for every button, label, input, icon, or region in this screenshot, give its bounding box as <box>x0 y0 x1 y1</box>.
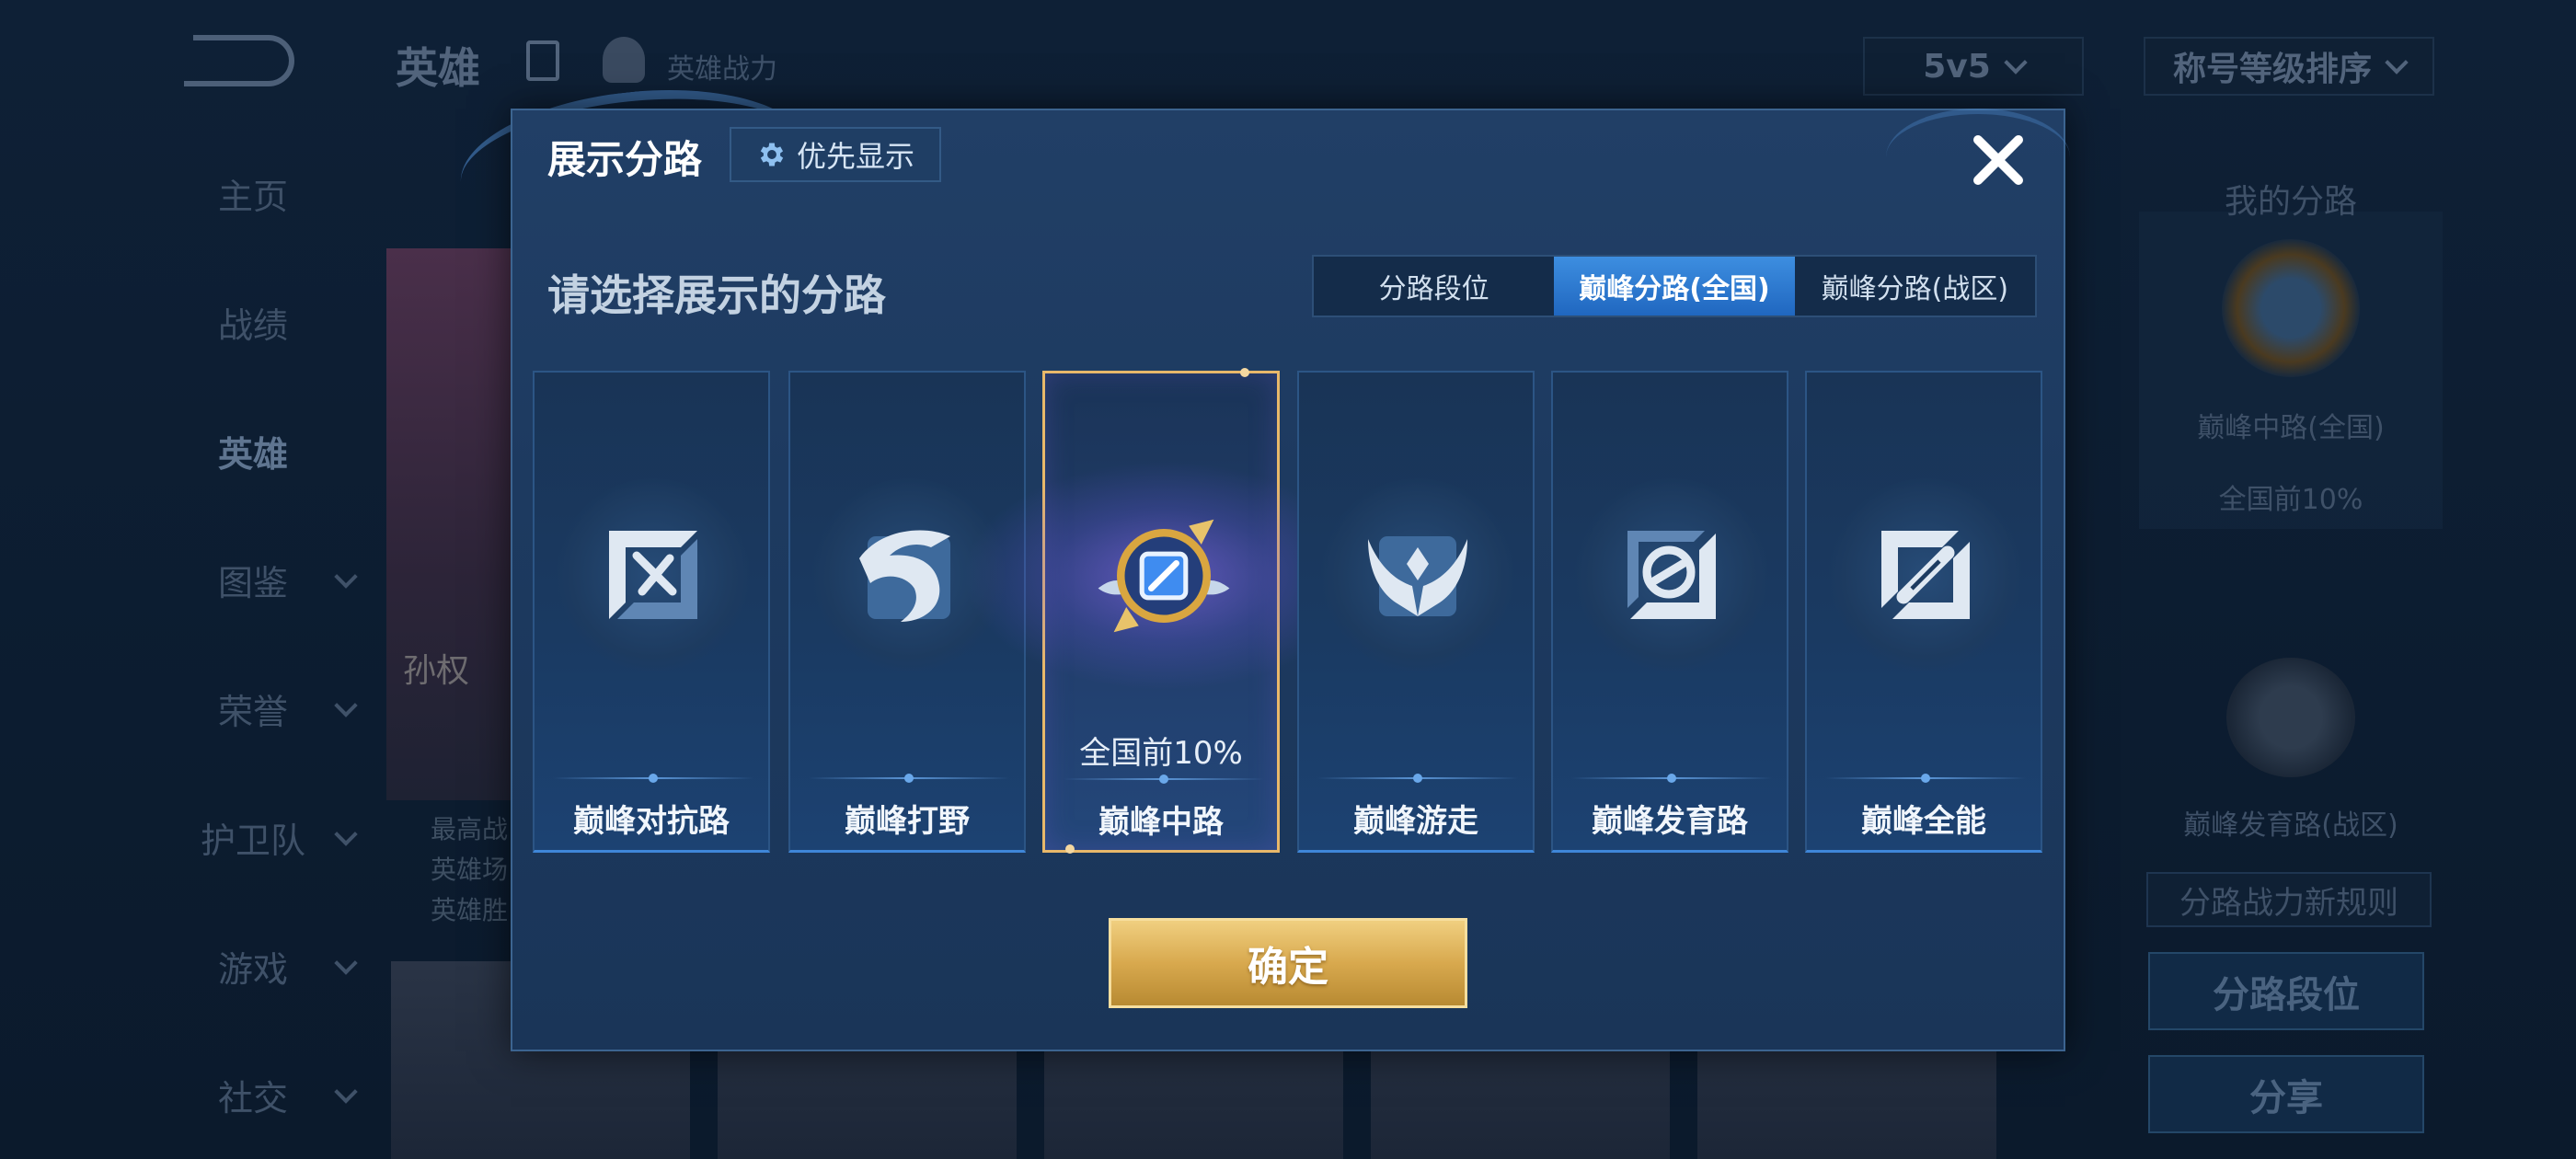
role-label: 巅峰对抗路 <box>573 803 730 840</box>
farm-lane-icon <box>1627 531 1716 619</box>
sidebar-item-hero[interactable]: 英雄 <box>161 423 345 478</box>
chevron-down-icon <box>2385 51 2409 75</box>
dialog-title: 展示分路 <box>547 137 703 182</box>
page-title: 英雄 <box>396 43 480 93</box>
primary-lane-rank: 全国前10% <box>2218 484 2363 516</box>
sidebar-item-guard[interactable]: 护卫队 <box>161 809 358 865</box>
priority-display-button[interactable]: 优先显示 <box>730 127 941 182</box>
secondary-lane-label: 巅峰发育路(战区) <box>2183 809 2398 842</box>
role-card-all-round[interactable]: 巅峰全能 <box>1805 371 2042 853</box>
lane-rules-button[interactable]: 分路战力新规则 <box>2146 872 2432 927</box>
sort-select[interactable]: 称号等级排序 <box>2144 37 2434 96</box>
share-button[interactable]: 分享 <box>2148 1055 2424 1133</box>
sidebar-item-game[interactable]: 游戏 <box>161 938 358 993</box>
chevron-down-icon <box>2004 51 2028 75</box>
tab-peak-lane-region[interactable]: 巅峰分路(战区) <box>1795 257 2035 316</box>
chevron-down-icon <box>334 1080 358 1104</box>
mode-select[interactable]: 5v5 <box>1863 37 2084 96</box>
roam-icon <box>1368 536 1467 616</box>
mid-lane-icon <box>1098 519 1230 633</box>
priority-display-label: 优先显示 <box>796 139 914 174</box>
confirm-button[interactable]: 确定 <box>1109 918 1467 1008</box>
sidebar-item-record[interactable]: 战绩 <box>161 294 345 350</box>
role-label: 巅峰全能 <box>1861 803 1986 840</box>
role-label: 巅峰发育路 <box>1592 803 1748 840</box>
role-card-roam[interactable]: 巅峰游走 <box>1297 371 1535 853</box>
chevron-down-icon <box>334 694 358 717</box>
list-icon[interactable] <box>526 40 559 81</box>
tab-lane-rank[interactable]: 分路段位 <box>1314 257 1554 316</box>
sidebar-item-codex[interactable]: 图鉴 <box>161 552 358 607</box>
lane-rank-button[interactable]: 分路段位 <box>2148 952 2424 1030</box>
sidebar-item-home[interactable]: 主页 <box>161 166 345 221</box>
back-arrow-icon[interactable] <box>184 35 294 86</box>
hero-power-label[interactable]: 英雄战力 <box>667 46 777 86</box>
clash-lane-icon <box>609 531 697 619</box>
sidebar-item-honor[interactable]: 荣誉 <box>161 681 358 736</box>
tab-peak-lane-national[interactable]: 巅峰分路(全国) <box>1554 257 1795 316</box>
jungle-icon <box>859 530 950 622</box>
sidebar-item-social[interactable]: 社交 <box>161 1067 358 1122</box>
primary-lane-label: 巅峰中路(全国) <box>2197 412 2385 444</box>
chevron-down-icon <box>334 822 358 846</box>
role-card-clash-lane[interactable]: 巅峰对抗路 <box>533 371 770 853</box>
gear-icon <box>760 143 784 166</box>
lane-category-tabs: 分路段位 巅峰分路(全国) 巅峰分路(战区) <box>1312 255 2037 317</box>
mid-lane-emblem-icon <box>2222 239 2360 377</box>
hero-card-stats: 最高战 英雄场 英雄胜 <box>431 814 509 925</box>
my-lane-title: 我的分路 <box>2224 183 2357 221</box>
hero-card-art[interactable] <box>386 248 515 800</box>
all-round-icon <box>1881 531 1970 619</box>
role-card-mid-lane[interactable]: 全国前10% 巅峰中路 <box>962 368 1367 854</box>
hero-power-icon[interactable] <box>603 37 645 83</box>
role-label: 巅峰游走 <box>1353 803 1478 840</box>
hero-card-name: 孙权 <box>403 652 470 690</box>
rank-percentile: 全国前10% <box>1079 735 1243 772</box>
role-label: 巅峰打野 <box>845 803 970 840</box>
chevron-down-icon <box>334 565 358 589</box>
dialog-prompt: 请选择展示的分路 <box>547 270 886 320</box>
farm-lane-emblem-icon <box>2226 658 2355 777</box>
close-button[interactable] <box>1960 121 2037 199</box>
role-label: 巅峰中路 <box>1098 804 1224 841</box>
chevron-down-icon <box>334 951 358 975</box>
close-icon <box>1973 135 2023 185</box>
role-card-farm-lane[interactable]: 巅峰发育路 <box>1551 371 1788 853</box>
